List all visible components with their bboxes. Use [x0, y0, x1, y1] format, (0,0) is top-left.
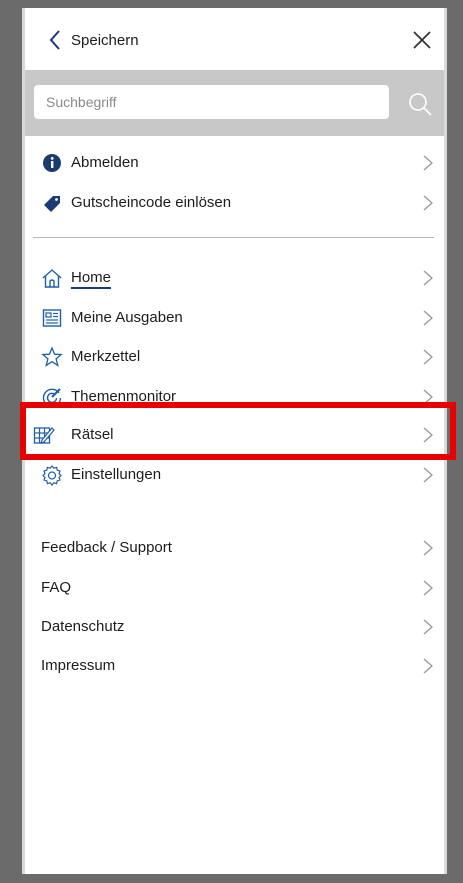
chevron-right-icon [423, 270, 433, 286]
menu-item-label: Themenmonitor [71, 388, 177, 405]
menu-item-label: Abmelden [71, 154, 139, 171]
menu-item-merkzettel[interactable]: Merkzettel [25, 338, 444, 376]
search-icon[interactable] [406, 90, 434, 118]
chevron-right-icon [423, 155, 433, 171]
puzzle-grid-icon [33, 427, 55, 444]
back-label: Speichern [71, 31, 139, 49]
chevron-right-icon [423, 658, 433, 674]
chevron-right-icon [423, 195, 433, 211]
side-menu: Speichern Abmelden Gutscheincode einlöse… [20, 8, 456, 874]
chevron-right-icon [423, 467, 433, 483]
home-icon [42, 269, 62, 288]
newspaper-icon [42, 309, 62, 327]
menu-item-einstellungen[interactable]: Einstellungen [25, 456, 444, 494]
frame-right [447, 0, 463, 883]
menu-item-label: Datenschutz [41, 618, 125, 635]
menu-item-datenschutz[interactable]: Datenschutz [25, 608, 444, 646]
frame-left [0, 0, 22, 883]
menu-item-raetsel[interactable]: Rätsel [25, 416, 444, 454]
chevron-right-icon [423, 580, 433, 596]
chevron-right-icon [423, 389, 433, 405]
menu-item-label: Feedback / Support [41, 539, 172, 556]
chevron-right-icon [423, 310, 433, 326]
back-button[interactable]: Speichern [49, 26, 139, 54]
menu-item-home[interactable]: Home [25, 259, 444, 297]
menu-item-label: Home [71, 269, 112, 286]
chevron-right-icon [423, 619, 433, 635]
section-divider [33, 237, 434, 238]
frame-edge [444, 8, 447, 874]
chevron-right-icon [423, 427, 433, 443]
menu-item-meine-ausgaben[interactable]: Meine Ausgaben [25, 299, 444, 337]
menu-item-abmelden[interactable]: Abmelden [25, 144, 444, 182]
menu-header: Speichern [25, 8, 444, 70]
menu-item-gutscheincode[interactable]: Gutscheincode einlösen [25, 184, 444, 222]
menu-item-label: Gutscheincode einlösen [71, 194, 232, 211]
gear-icon [42, 465, 62, 486]
menu-item-label: Einstellungen [71, 466, 162, 483]
chevron-left-icon [49, 30, 60, 50]
star-icon [41, 346, 63, 367]
menu-item-faq[interactable]: FAQ [25, 569, 444, 607]
menu-item-impressum[interactable]: Impressum [25, 647, 444, 685]
search-input[interactable] [34, 85, 389, 119]
menu-item-label: Rätsel [71, 426, 114, 443]
frame-top [0, 0, 463, 8]
menu-item-label: FAQ [41, 579, 72, 596]
menu-item-feedback[interactable]: Feedback / Support [25, 529, 444, 567]
menu-item-label: Merkzettel [71, 348, 141, 365]
tag-icon [44, 196, 60, 212]
info-icon [43, 154, 61, 172]
radar-icon [42, 388, 62, 407]
chevron-right-icon [423, 349, 433, 365]
search-bar [25, 70, 444, 136]
menu-item-label: Impressum [41, 657, 116, 674]
close-icon[interactable] [410, 28, 434, 52]
frame-bottom [0, 874, 463, 883]
chevron-right-icon [423, 540, 433, 556]
menu-item-themenmonitor[interactable]: Themenmonitor [25, 378, 444, 416]
menu-item-label: Meine Ausgaben [71, 309, 183, 326]
